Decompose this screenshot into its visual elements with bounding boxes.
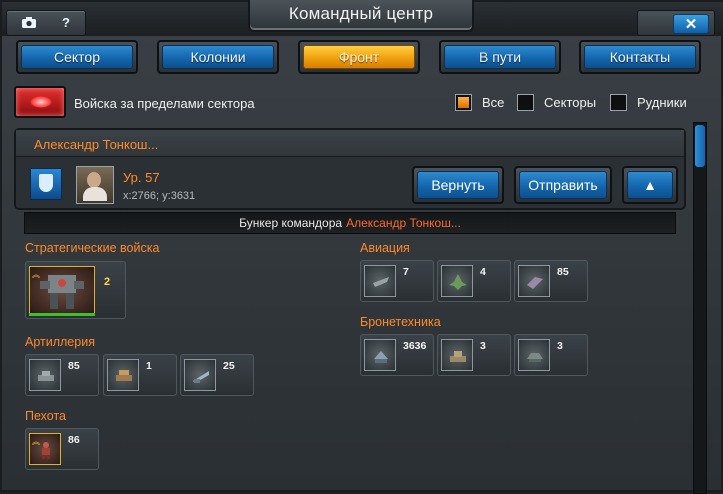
tab-label: Сектор xyxy=(21,45,133,69)
corner-right-controls: ✕ xyxy=(637,10,715,36)
player-level: Ур. 57 xyxy=(123,170,160,185)
close-button[interactable]: ✕ xyxy=(673,14,709,34)
infantry-icon: ︽ xyxy=(29,433,61,465)
tab-sector[interactable]: Сектор xyxy=(16,40,138,74)
corner-left-controls: ? xyxy=(6,10,86,36)
gunship-icon xyxy=(364,265,396,297)
send-button-label: Отправить xyxy=(519,171,607,199)
category-artillery-title: Артиллерия xyxy=(25,335,95,349)
unit-aviation-3[interactable]: 85 xyxy=(514,260,588,302)
unit-strategic-mech[interactable]: ︽ 2 xyxy=(25,261,126,319)
heavy-tank-icon xyxy=(441,339,473,371)
send-button[interactable]: Отправить xyxy=(514,166,612,204)
player-name[interactable]: Александр Тонкош... xyxy=(34,137,158,152)
tab-label: Контакты xyxy=(584,45,696,69)
troops-list: Александр Тонкош... Ур. 57 x:2766; y:363… xyxy=(14,122,690,494)
tab-in-transit[interactable]: В пути xyxy=(439,40,561,74)
unit-aviation-2[interactable]: 4 xyxy=(437,260,511,302)
tab-label: В пути xyxy=(444,45,556,69)
checkbox-all[interactable] xyxy=(455,94,472,111)
help-button[interactable]: ? xyxy=(51,13,81,31)
nav-tabs: Сектор Колонии Фронт В пути Контакты xyxy=(16,40,716,76)
category-strategic-title: Стратегические войска xyxy=(25,241,160,255)
unit-artillery-1[interactable]: 85 xyxy=(25,354,99,396)
checkbox-sectors[interactable] xyxy=(517,94,534,111)
unit-armor-1[interactable]: 3636 xyxy=(360,334,434,376)
camera-icon[interactable] xyxy=(11,13,47,31)
unit-count: 2 xyxy=(104,276,111,288)
category-armor-title: Бронетехника xyxy=(360,315,441,329)
scrollbar-thumb[interactable] xyxy=(695,125,705,167)
unit-count: 85 xyxy=(68,360,80,372)
unit-artillery-3[interactable]: 25 xyxy=(180,354,254,396)
category-aviation-title: Авиация xyxy=(360,241,410,255)
bunker-commander-name[interactable]: Александр Тонкош... xyxy=(346,216,461,230)
checkbox-sectors-label: Секторы xyxy=(544,95,597,110)
filter-title: Войска за пределами сектора xyxy=(74,96,255,111)
unit-count: 3 xyxy=(480,340,486,352)
unit-aviation-1[interactable]: 7 xyxy=(360,260,434,302)
unit-infantry-1[interactable]: ︽ 86 xyxy=(25,428,99,470)
fighter-icon xyxy=(441,265,473,297)
filter-row: Войска за пределами сектора Все Секторы … xyxy=(14,86,714,120)
player-card-header: Александр Тонкош... xyxy=(16,130,684,157)
player-coords[interactable]: x:2766; y:3631 xyxy=(123,190,195,202)
return-button[interactable]: Вернуть xyxy=(412,166,504,204)
alert-icon[interactable] xyxy=(14,86,66,118)
tab-front[interactable]: Фронт xyxy=(298,40,420,74)
unit-armor-2[interactable]: 3 xyxy=(437,334,511,376)
tab-colonies[interactable]: Колонии xyxy=(157,40,279,74)
command-center-window: ? Командный центр ✕ Сектор Колонии Фронт… xyxy=(0,0,723,494)
scrollbar[interactable] xyxy=(693,122,707,494)
cannon-icon xyxy=(184,359,216,391)
rocket-launcher-icon xyxy=(107,359,139,391)
avatar[interactable] xyxy=(76,166,114,204)
close-icon: ✕ xyxy=(684,16,698,33)
unit-artillery-2[interactable]: 1 xyxy=(103,354,177,396)
tab-label: Фронт xyxy=(303,45,415,69)
unit-count: 86 xyxy=(68,434,80,446)
collapse-button[interactable]: ▲ xyxy=(622,166,678,204)
unit-count: 7 xyxy=(403,266,409,278)
unit-count: 3636 xyxy=(403,340,427,352)
window-title: Командный центр xyxy=(288,4,434,23)
rank-chevron-icon: ︽ xyxy=(32,270,40,279)
unit-count: 25 xyxy=(223,360,235,372)
category-infantry-title: Пехота xyxy=(25,409,66,423)
tab-label: Колонии xyxy=(162,45,274,69)
unit-count: 1 xyxy=(146,360,152,372)
window-title-tab: Командный центр xyxy=(248,0,474,32)
artillery-tank-icon xyxy=(29,359,61,391)
checkbox-mines-label: Рудники xyxy=(637,95,687,110)
unit-armor-3[interactable]: 3 xyxy=(514,334,588,376)
return-button-label: Вернуть xyxy=(417,171,499,199)
tab-contacts[interactable]: Контакты xyxy=(579,40,701,74)
hover-tank-icon xyxy=(518,339,550,371)
unit-count: 3 xyxy=(557,340,563,352)
chevron-up-icon: ▲ xyxy=(627,171,673,199)
checkbox-all-label: Все xyxy=(482,95,505,110)
bunker-label: Бункер командора xyxy=(239,216,343,230)
unit-count: 85 xyxy=(557,266,569,278)
scout-vehicle-icon xyxy=(364,339,396,371)
unit-count: 4 xyxy=(480,266,486,278)
rank-chevron-icon: ︽ xyxy=(32,437,40,446)
mech-walker-icon: ︽ xyxy=(29,266,95,314)
health-bar xyxy=(29,313,95,316)
shield-icon xyxy=(30,168,62,200)
bunker-bar: Бункер командора Александр Тонкош... xyxy=(24,212,676,234)
bomber-icon xyxy=(518,265,550,297)
checkbox-mines[interactable] xyxy=(610,94,627,111)
player-card: Александр Тонкош... Ур. 57 x:2766; y:363… xyxy=(14,128,686,210)
